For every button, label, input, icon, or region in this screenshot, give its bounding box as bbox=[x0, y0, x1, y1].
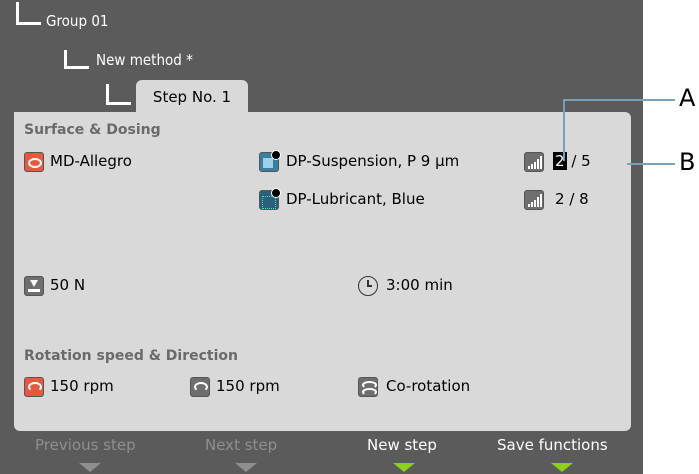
suspension-bottle-icon bbox=[259, 150, 281, 172]
head-speed-value[interactable]: 150 rpm bbox=[216, 377, 280, 395]
callout-b-line bbox=[627, 163, 675, 165]
time-value[interactable]: 3:00 min bbox=[386, 276, 453, 294]
next-step-softkey[interactable]: Next step bbox=[205, 436, 277, 454]
tree-connector bbox=[106, 84, 131, 105]
tree-connector bbox=[64, 50, 89, 69]
softkey-marker bbox=[79, 463, 101, 472]
direction-value[interactable]: Co-rotation bbox=[386, 377, 470, 395]
suspension-dosing-level[interactable]: 2 / 5 bbox=[553, 152, 591, 170]
section-surface-dosing-title: Surface & Dosing bbox=[24, 122, 161, 138]
suspension-value[interactable]: DP-Suspension, P 9 µm bbox=[286, 152, 459, 170]
lubricant-level-max: / 8 bbox=[569, 190, 589, 208]
callout-a-line bbox=[563, 99, 675, 101]
softkey-marker bbox=[235, 463, 257, 472]
dosing-level-icon bbox=[524, 190, 544, 210]
tree-method[interactable]: New method * bbox=[96, 51, 193, 69]
new-step-softkey[interactable]: New step bbox=[367, 436, 437, 454]
callout-a-line bbox=[563, 99, 565, 161]
lubricant-value[interactable]: DP-Lubricant, Blue bbox=[286, 190, 425, 208]
lubricant-bottle-icon bbox=[259, 188, 281, 210]
disc-rotation-icon bbox=[24, 377, 44, 397]
suspension-level-max: / 5 bbox=[571, 152, 591, 170]
previous-step-softkey[interactable]: Previous step bbox=[35, 436, 136, 454]
softkey-marker bbox=[393, 463, 415, 472]
save-functions-softkey[interactable]: Save functions bbox=[497, 436, 608, 454]
co-rotation-icon bbox=[358, 377, 378, 397]
disc-icon bbox=[24, 152, 44, 172]
tree-group[interactable]: Group 01 bbox=[46, 12, 109, 30]
lubricant-dosing-level[interactable]: 2 / 8 bbox=[555, 190, 589, 208]
method-editor-screen: Group 01 New method * Step No. 1 Surface… bbox=[0, 0, 643, 474]
clock-icon bbox=[358, 276, 378, 296]
lubricant-level-selected[interactable]: 2 bbox=[555, 190, 565, 208]
force-icon bbox=[24, 276, 44, 296]
callout-a-label: A bbox=[679, 84, 696, 112]
disc-speed-value[interactable]: 150 rpm bbox=[50, 377, 114, 395]
softkey-marker bbox=[551, 463, 573, 472]
force-value[interactable]: 50 N bbox=[50, 276, 85, 294]
section-rotation-title: Rotation speed & Direction bbox=[24, 348, 239, 364]
dosing-level-icon bbox=[524, 152, 544, 172]
callout-b-label: B bbox=[679, 148, 696, 176]
surface-value[interactable]: MD-Allegro bbox=[50, 152, 132, 170]
tab-step[interactable]: Step No. 1 bbox=[136, 80, 248, 114]
tree-connector bbox=[16, 2, 41, 25]
head-rotation-icon bbox=[190, 377, 210, 397]
